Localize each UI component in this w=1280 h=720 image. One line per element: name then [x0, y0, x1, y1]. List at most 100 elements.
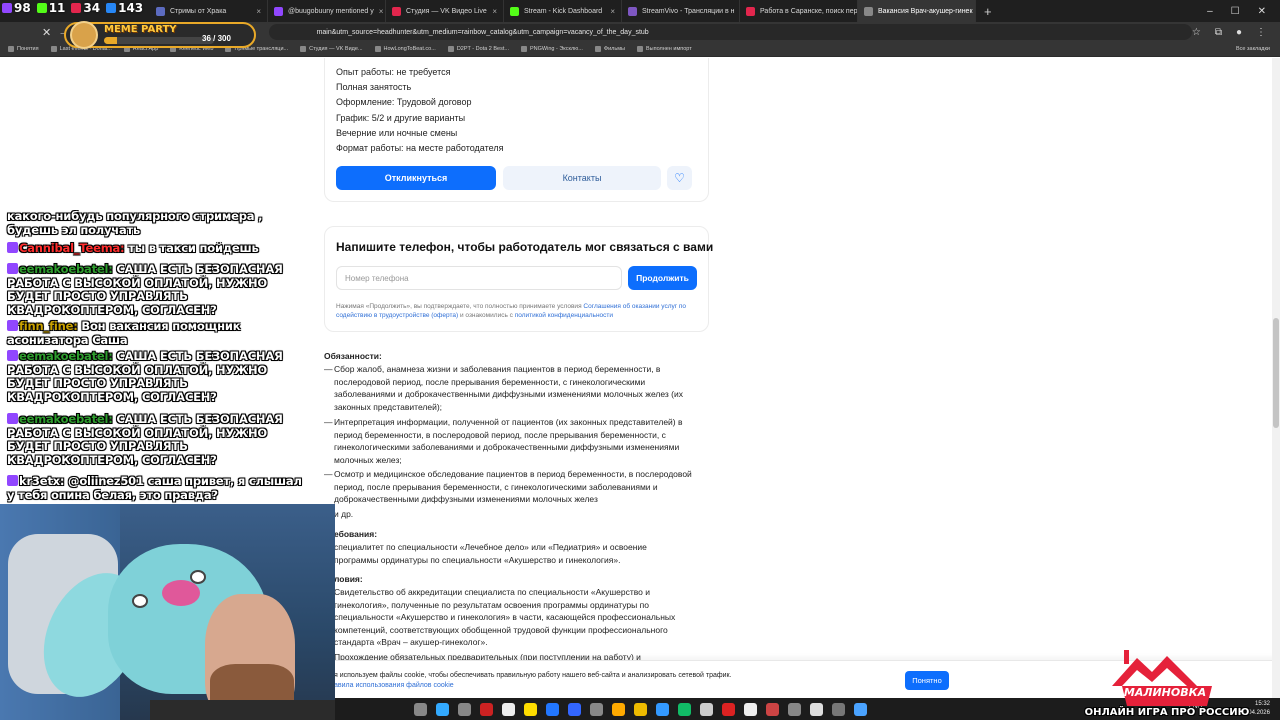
taskbar-app-icon[interactable]	[589, 702, 603, 716]
browser-tab[interactable]: Стримы от Храка ×	[150, 0, 268, 22]
taskbar-app-icon[interactable]	[787, 702, 801, 716]
chat-message: какого-нибудь популярного стримера , буд…	[7, 210, 307, 237]
taskbar-app-icon[interactable]	[809, 702, 823, 716]
chat-username: eemakoebatel:	[19, 349, 113, 363]
twitch-badge-icon	[7, 475, 18, 486]
bookmark-favicon-icon	[447, 46, 454, 52]
bookmark-item[interactable]: Выполнен импорт	[636, 46, 692, 52]
new-tab-icon[interactable]: +	[976, 4, 1000, 19]
duty-etc: и др.	[334, 509, 354, 519]
chat-username: finn_fine:	[19, 319, 78, 333]
taskbar-app-icon[interactable]	[435, 702, 449, 716]
contacts-button[interactable]: Контакты	[503, 166, 661, 190]
cookie-accept-button[interactable]: Понятно	[905, 671, 949, 690]
tab-title: Студия — VK Видео Live	[406, 7, 487, 15]
twitch-badge-icon	[7, 242, 18, 253]
continue-button[interactable]: Продолжить	[628, 266, 697, 290]
consent-mid: и ознакомились с	[458, 312, 515, 319]
taskbar-app-icon[interactable]	[831, 702, 845, 716]
close-window-icon[interactable]: ✕	[1258, 6, 1266, 17]
apply-button[interactable]: Откликнуться	[336, 166, 496, 190]
bookmark-item[interactable]: D2PT - Dota 2 Best...	[447, 46, 509, 52]
page-scrollbar[interactable]	[1272, 58, 1280, 698]
bookmark-label: HowLongToBeat.co...	[383, 46, 436, 52]
url-text: main&utm_source=headhunter&utm_medium=ra…	[316, 28, 649, 36]
cookie-rules-link[interactable]: авила использования файлов cookie	[334, 681, 732, 691]
viewer-count: 34	[83, 1, 101, 15]
taskbar-app-icon[interactable]	[721, 702, 735, 716]
bookmark-star-icon[interactable]: ☆	[1192, 27, 1201, 38]
bookmark-item[interactable]: PNGWing - Эксклю...	[520, 46, 583, 52]
doge-icon	[70, 21, 98, 49]
maximize-icon[interactable]: ☐	[1231, 6, 1240, 17]
taskbar-app-icon[interactable]	[655, 702, 669, 716]
tab-close-icon[interactable]: ×	[379, 7, 384, 16]
browser-tab[interactable]: Студия — VK Видео Live ×	[386, 0, 504, 22]
webcam-feed	[0, 504, 335, 720]
profile-icon[interactable]: ●	[1236, 27, 1242, 38]
bookmark-label: Фильмы	[603, 46, 625, 52]
taskbar-app-icon[interactable]	[567, 702, 581, 716]
tab-title: Вакансия Врач-акушер-гинек	[878, 7, 973, 15]
bookmark-item[interactable]: Фильмы	[594, 46, 625, 52]
cookie-text: я используем файлы cookie, чтобы обеспеч…	[334, 671, 732, 691]
favorite-heart-icon[interactable]: ♡	[667, 166, 692, 190]
bookmark-favicon-icon	[520, 46, 527, 52]
tab-close-icon[interactable]: ×	[256, 7, 261, 16]
menu-icon[interactable]: ⋮	[1256, 27, 1266, 38]
twitch-badge-icon	[7, 413, 18, 424]
tab-close-icon[interactable]: ×	[492, 7, 497, 16]
logo-slogan: ОНЛАЙН ИГРА ПРО РОССИЮ	[1084, 707, 1250, 718]
viewer-count: 98	[14, 1, 31, 15]
logo-brand: МАЛИНОВКА	[1123, 686, 1207, 699]
duty-item: — Осмотр и медицинское обследование пацие…	[324, 469, 692, 505]
consent-text: Нажимая «Продолжить», вы подтверждаете, …	[336, 302, 698, 320]
taskbar-app-icon[interactable]	[523, 702, 537, 716]
chat-username: eemakoebatel:	[19, 262, 113, 276]
taskbar-app-icon[interactable]	[611, 702, 625, 716]
phone-placeholder: Номер телефона	[345, 273, 409, 283]
taskbar-app-icon[interactable]	[677, 702, 691, 716]
browser-tab[interactable]: Вакансия Врач-акушер-гинек×	[858, 0, 976, 22]
taskbar-app-icon[interactable]	[479, 702, 493, 716]
platform-icon	[36, 3, 47, 13]
tab-title: Стримы от Храка	[170, 7, 227, 15]
taskbar-app-icon[interactable]	[699, 702, 713, 716]
stop-loading-icon[interactable]: ✕	[38, 26, 55, 39]
browser-tab[interactable]: StreamVivo - Трансляции в н×	[622, 0, 740, 22]
taskbar-app-icon[interactable]	[743, 702, 757, 716]
browser-tab[interactable]: Stream - Kick Dashboard ×	[504, 0, 622, 22]
scrollbar-thumb[interactable]	[1273, 318, 1279, 428]
browser-tab[interactable]: Работа в Саранске, поиск пер×	[740, 0, 858, 22]
taskbar-app-icon[interactable]	[545, 702, 559, 716]
tab-favicon-icon	[510, 6, 519, 16]
duties-heading: Обязанности:	[324, 351, 382, 361]
taskbar-app-icon[interactable]	[633, 702, 647, 716]
phone-input[interactable]: Номер телефона	[336, 266, 622, 290]
privacy-policy-link[interactable]: политикой конфиденциальности	[515, 312, 613, 319]
extensions-icon[interactable]: ⧉	[1215, 27, 1222, 38]
url-input[interactable]: main&utm_source=headhunter&utm_medium=ra…	[268, 24, 1192, 40]
minimize-icon[interactable]: –	[1207, 6, 1213, 17]
taskbar-app-icon[interactable]	[413, 702, 427, 716]
taskbar-app-icon[interactable]	[457, 702, 471, 716]
platform-icon	[2, 3, 12, 13]
bookmark-label: Выполнен импорт	[645, 46, 692, 52]
viewer-count: 143	[118, 1, 144, 15]
taskbar-app-icon[interactable]	[765, 702, 779, 716]
malinovka-logo: МАЛИНОВКА ОНЛАЙН ИГРА ПРО РОССИЮ	[1082, 646, 1252, 720]
platform-icon	[71, 3, 82, 13]
all-bookmarks-button[interactable]: Все закладки	[1236, 46, 1280, 52]
bookmark-item[interactable]: Студия — VK Виде...	[300, 46, 363, 52]
chat-message: Cannibal_Teema: ты в такси пойдешь	[7, 241, 307, 256]
bookmark-label: D2PT - Dota 2 Best...	[456, 46, 509, 52]
chat-text: какого-нибудь популярного стримера , буд…	[7, 210, 263, 237]
tab-favicon-icon	[392, 6, 401, 16]
browser-tab[interactable]: @buugobuuny mentioned y ×	[268, 0, 386, 22]
vacancy-info-line: Полная занятость	[336, 82, 412, 93]
bookmark-item[interactable]: HowLongToBeat.co...	[374, 46, 436, 52]
bookmark-item[interactable]: Понятия	[8, 46, 39, 52]
taskbar-app-icon[interactable]	[501, 702, 515, 716]
tab-close-icon[interactable]: ×	[610, 7, 615, 16]
taskbar-app-icon[interactable]	[853, 702, 867, 716]
